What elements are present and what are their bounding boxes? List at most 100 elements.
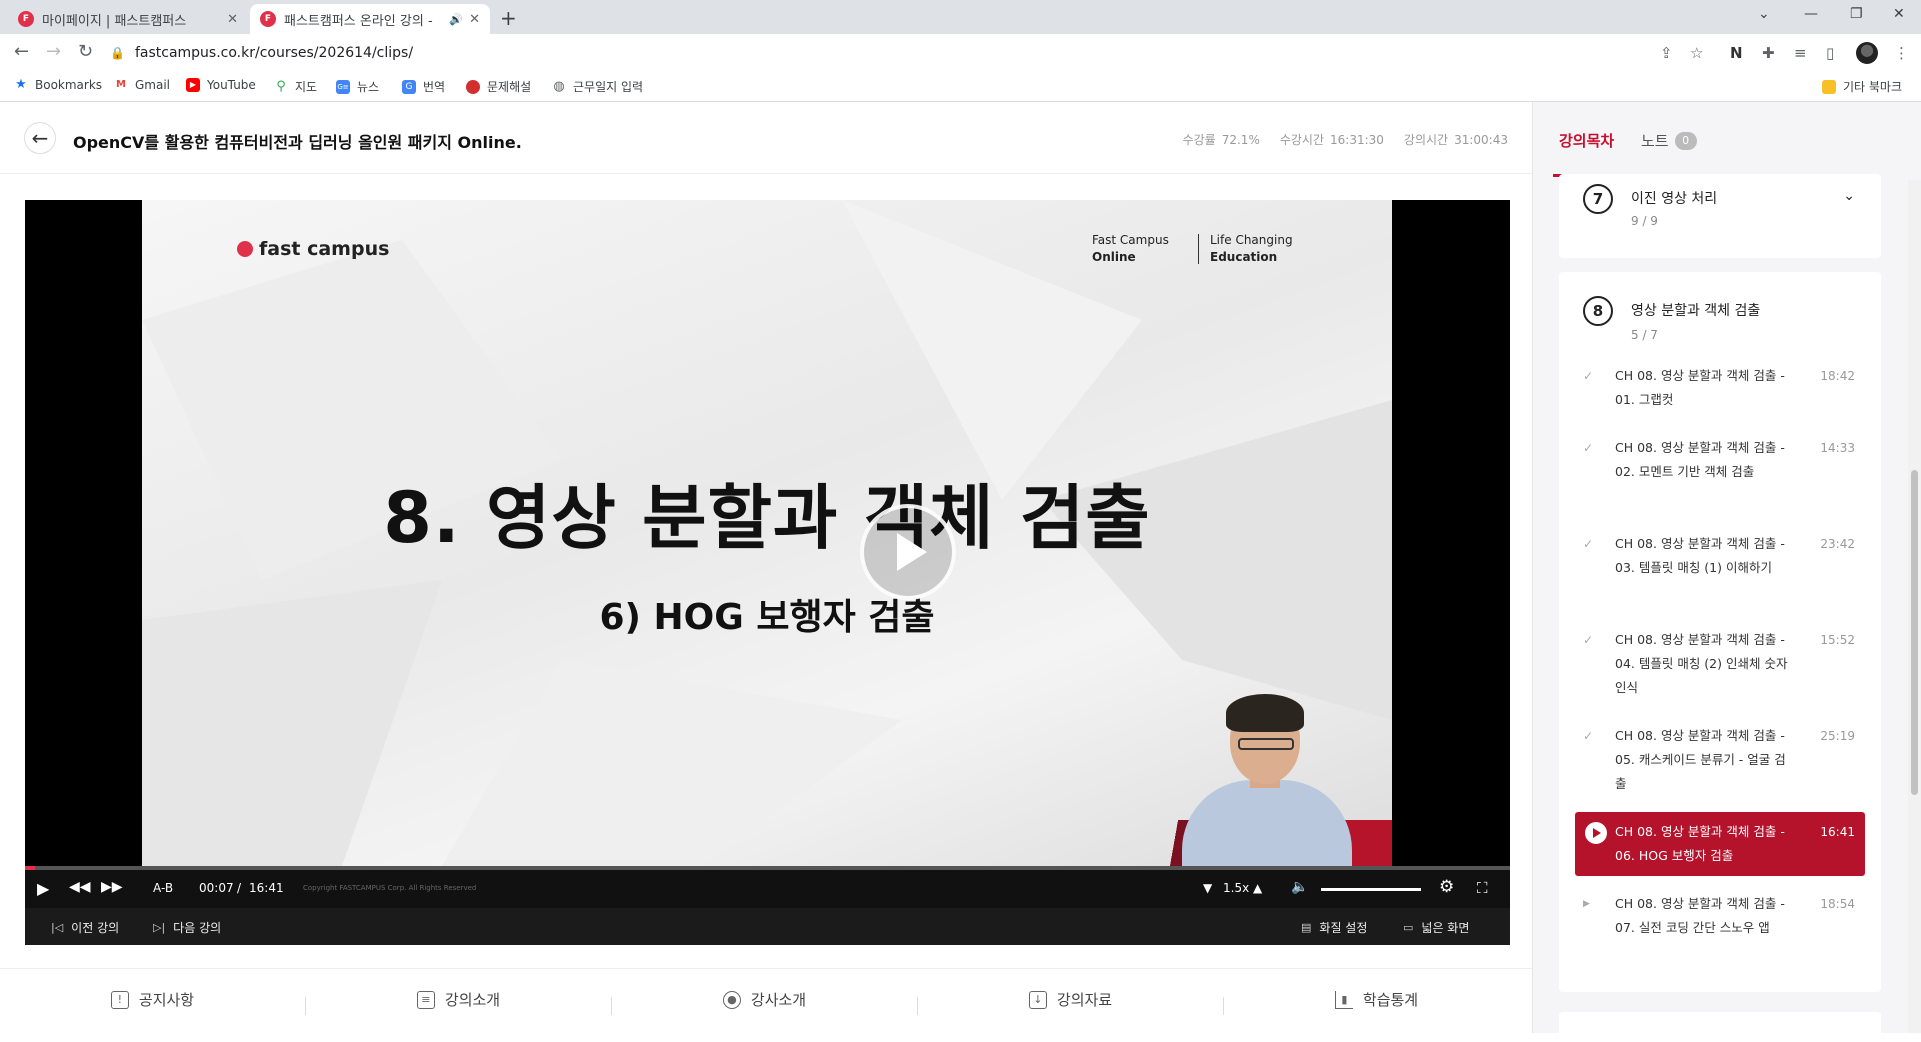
- close-window-button[interactable]: ✕: [1893, 6, 1905, 22]
- section-card-8: 8 영상 분할과 객체 검출 5 / 7 ✓ CH 08. 영상 분할과 객체 …: [1559, 272, 1881, 992]
- scrollbar-thumb[interactable]: [1911, 470, 1918, 795]
- menu-kebab-icon[interactable]: ⋮: [1894, 44, 1909, 62]
- lesson-title: CH 08. 영상 분할과 객체 검출 - 05. 캐스케이드 분류기 - 얼굴…: [1615, 728, 1786, 791]
- tab-materials[interactable]: ↓ 강의자료: [918, 989, 1223, 1010]
- lesson-item-current[interactable]: CH 08. 영상 분할과 객체 검출 - 06. HOG 보행자 검출 16:…: [1575, 812, 1865, 876]
- rewind-icon[interactable]: ◀◀: [69, 879, 91, 895]
- bookmark-item[interactable]: 문제해설: [466, 78, 531, 95]
- volume-icon[interactable]: 🔈: [1291, 879, 1308, 895]
- star-icon: ★: [15, 77, 27, 92]
- lesson-item[interactable]: ✓ CH 08. 영상 분할과 객체 검출 - 02. 모멘트 기반 객체 검출…: [1575, 436, 1865, 510]
- lesson-item[interactable]: ✓ CH 08. 영상 분할과 객체 검출 - 05. 캐스케이드 분류기 - …: [1575, 724, 1865, 798]
- tab-notice[interactable]: ! 공지사항: [0, 989, 305, 1010]
- wide-screen-label: 넓은 화면: [1421, 921, 1470, 935]
- ab-repeat-button[interactable]: A-B: [153, 881, 173, 895]
- fastcampus-favicon-icon: F: [18, 11, 34, 27]
- restore-button[interactable]: ❐: [1850, 6, 1863, 22]
- play-icon[interactable]: ▶: [37, 879, 49, 898]
- section-card-7[interactable]: 7 이진 영상 처리 9 / 9 ⌄: [1559, 174, 1881, 258]
- audio-playing-icon[interactable]: 🔊: [449, 13, 463, 26]
- video-player[interactable]: fast campus Fast Campus Online Life Chan…: [25, 200, 1510, 945]
- tab-curriculum[interactable]: 강의목차: [1552, 130, 1621, 177]
- tab-search-icon[interactable]: ⌄: [1758, 6, 1770, 22]
- new-tab-button[interactable]: +: [500, 6, 517, 30]
- lesson-item[interactable]: ✓ CH 08. 영상 분할과 객체 검출 - 04. 템플릿 매칭 (2) 인…: [1575, 628, 1865, 702]
- close-tab-icon[interactable]: ✕: [227, 12, 238, 27]
- notes-count-badge: 0: [1674, 131, 1697, 150]
- next-lecture-button[interactable]: ▷| 다음 강의: [153, 919, 221, 936]
- extensions-puzzle-icon[interactable]: ✚: [1762, 44, 1775, 62]
- stat-progress: 수강률 72.1%: [1183, 131, 1260, 148]
- skip-previous-icon: |◁: [51, 921, 64, 934]
- speed-up-icon[interactable]: ▲: [1253, 881, 1262, 895]
- back-button[interactable]: ←: [24, 122, 56, 154]
- settings-gear-icon[interactable]: ⚙: [1439, 877, 1454, 897]
- bookmark-label: 번역: [423, 80, 446, 94]
- bookmark-label: 지도: [295, 80, 318, 94]
- lesson-duration: 18:42: [1820, 369, 1855, 383]
- section-title: 영상 분할과 객체 검출: [1631, 303, 1761, 319]
- side-panel-icon[interactable]: ▯: [1826, 44, 1834, 62]
- fast-forward-icon[interactable]: ▶▶: [101, 879, 123, 895]
- bookmark-item[interactable]: ★ Bookmarks: [14, 77, 102, 93]
- lock-icon: 🔒: [110, 46, 125, 60]
- stat-lecture-time: 강의시간 31:00:43: [1404, 131, 1508, 148]
- bookmark-item[interactable]: G 번역: [402, 78, 445, 95]
- stat-label: 강의시간: [1403, 133, 1449, 147]
- speed-down-icon[interactable]: ▼: [1203, 881, 1212, 895]
- lesson-title: CH 08. 영상 분할과 객체 검출 - 06. HOG 보행자 검출: [1615, 824, 1785, 863]
- prev-lecture-button[interactable]: |◁ 이전 강의: [51, 919, 119, 936]
- forward-arrow-icon[interactable]: →: [46, 41, 61, 62]
- bookmark-label: YouTube: [207, 78, 256, 92]
- bookmark-item[interactable]: ▶ YouTube: [186, 78, 256, 92]
- back-arrow-icon[interactable]: ←: [14, 41, 29, 62]
- check-icon: ✓: [1583, 537, 1594, 551]
- close-tab-icon[interactable]: ✕: [469, 12, 480, 27]
- reload-icon[interactable]: ↻: [78, 41, 93, 62]
- browser-tab-strip: F 마이페이지 | 패스트캠퍼스 ✕ F 패스트캠퍼스 온라인 강의 - 🔊 ✕…: [0, 0, 1921, 34]
- browser-tab-mypage[interactable]: F 마이페이지 | 패스트캠퍼스 ✕: [8, 4, 248, 34]
- lesson-duration: 18:54: [1820, 897, 1855, 911]
- browser-tab-course[interactable]: F 패스트캠퍼스 온라인 강의 - 🔊 ✕: [250, 4, 490, 34]
- stat-value: 72.1%: [1221, 133, 1260, 147]
- bookmark-star-icon[interactable]: ☆: [1690, 44, 1703, 62]
- video-frame: fast campus Fast Campus Online Life Chan…: [142, 200, 1392, 866]
- lesson-duration: 14:33: [1820, 441, 1855, 455]
- minimize-button[interactable]: —: [1804, 6, 1818, 22]
- sidebar-scrollbar[interactable]: [1908, 180, 1921, 1033]
- big-play-button[interactable]: [860, 504, 956, 600]
- other-bookmarks[interactable]: 기타 북마크: [1822, 78, 1902, 95]
- quality-settings-button[interactable]: ▤ 화질 설정: [1301, 919, 1367, 936]
- tab-statistics[interactable]: ▮ 학습통계: [1224, 989, 1529, 1010]
- bookmark-item[interactable]: ⚲ 지도: [274, 78, 317, 95]
- tab-course-intro[interactable]: ≡ 강의소개: [306, 989, 611, 1010]
- volume-slider[interactable]: [1321, 888, 1421, 891]
- wide-screen-button[interactable]: ▭ 넓은 화면: [1403, 919, 1469, 936]
- play-icon: [897, 533, 927, 571]
- fastcampus-favicon-icon: F: [260, 11, 276, 27]
- share-icon[interactable]: ⇪: [1660, 44, 1673, 62]
- tab-notes[interactable]: 노트 0: [1641, 130, 1697, 151]
- lesson-duration: 16:41: [1820, 825, 1855, 839]
- bookmark-item[interactable]: G≡ 뉴스: [336, 78, 379, 95]
- lesson-item[interactable]: ✓ CH 08. 영상 분할과 객체 검출 - 03. 템플릿 매칭 (1) 이…: [1575, 532, 1865, 606]
- tab-instructor-intro[interactable]: ● 강사소개: [612, 989, 917, 1010]
- profile-avatar[interactable]: [1856, 42, 1878, 64]
- lesson-item[interactable]: ✓ CH 08. 영상 분할과 객체 검출 - 01. 그랩컷 18:42: [1575, 364, 1865, 414]
- address-bar[interactable]: 🔒 fastcampus.co.kr/courses/202614/clips/: [110, 39, 1710, 67]
- instructor-body: [1182, 780, 1352, 866]
- media-queue-icon[interactable]: ≡: [1794, 44, 1807, 62]
- tagline-line: Education: [1210, 250, 1278, 264]
- lesson-item[interactable]: ▶ CH 08. 영상 분할과 객체 검출 - 07. 실전 코딩 간단 스노우…: [1575, 892, 1865, 966]
- bookmarks-bar: ★ Bookmarks M Gmail ▶ YouTube ⚲ 지도 G≡ 뉴스…: [0, 72, 1921, 102]
- extension-n-icon[interactable]: N: [1730, 44, 1743, 62]
- chevron-down-icon[interactable]: ⌄: [1843, 188, 1855, 204]
- tab-title: 패스트캠퍼스 온라인 강의 -: [284, 13, 433, 29]
- fullscreen-icon[interactable]: ⛶: [1477, 879, 1488, 897]
- bookmark-item[interactable]: ◍ 근무일지 입력: [552, 78, 643, 95]
- section-card-next[interactable]: [1559, 1012, 1881, 1042]
- playback-speed[interactable]: 1.5x: [1223, 881, 1249, 895]
- stat-watch-time: 수강시간 16:31:30: [1280, 131, 1384, 148]
- folder-icon: [1822, 79, 1836, 94]
- bookmark-item[interactable]: M Gmail: [114, 78, 170, 92]
